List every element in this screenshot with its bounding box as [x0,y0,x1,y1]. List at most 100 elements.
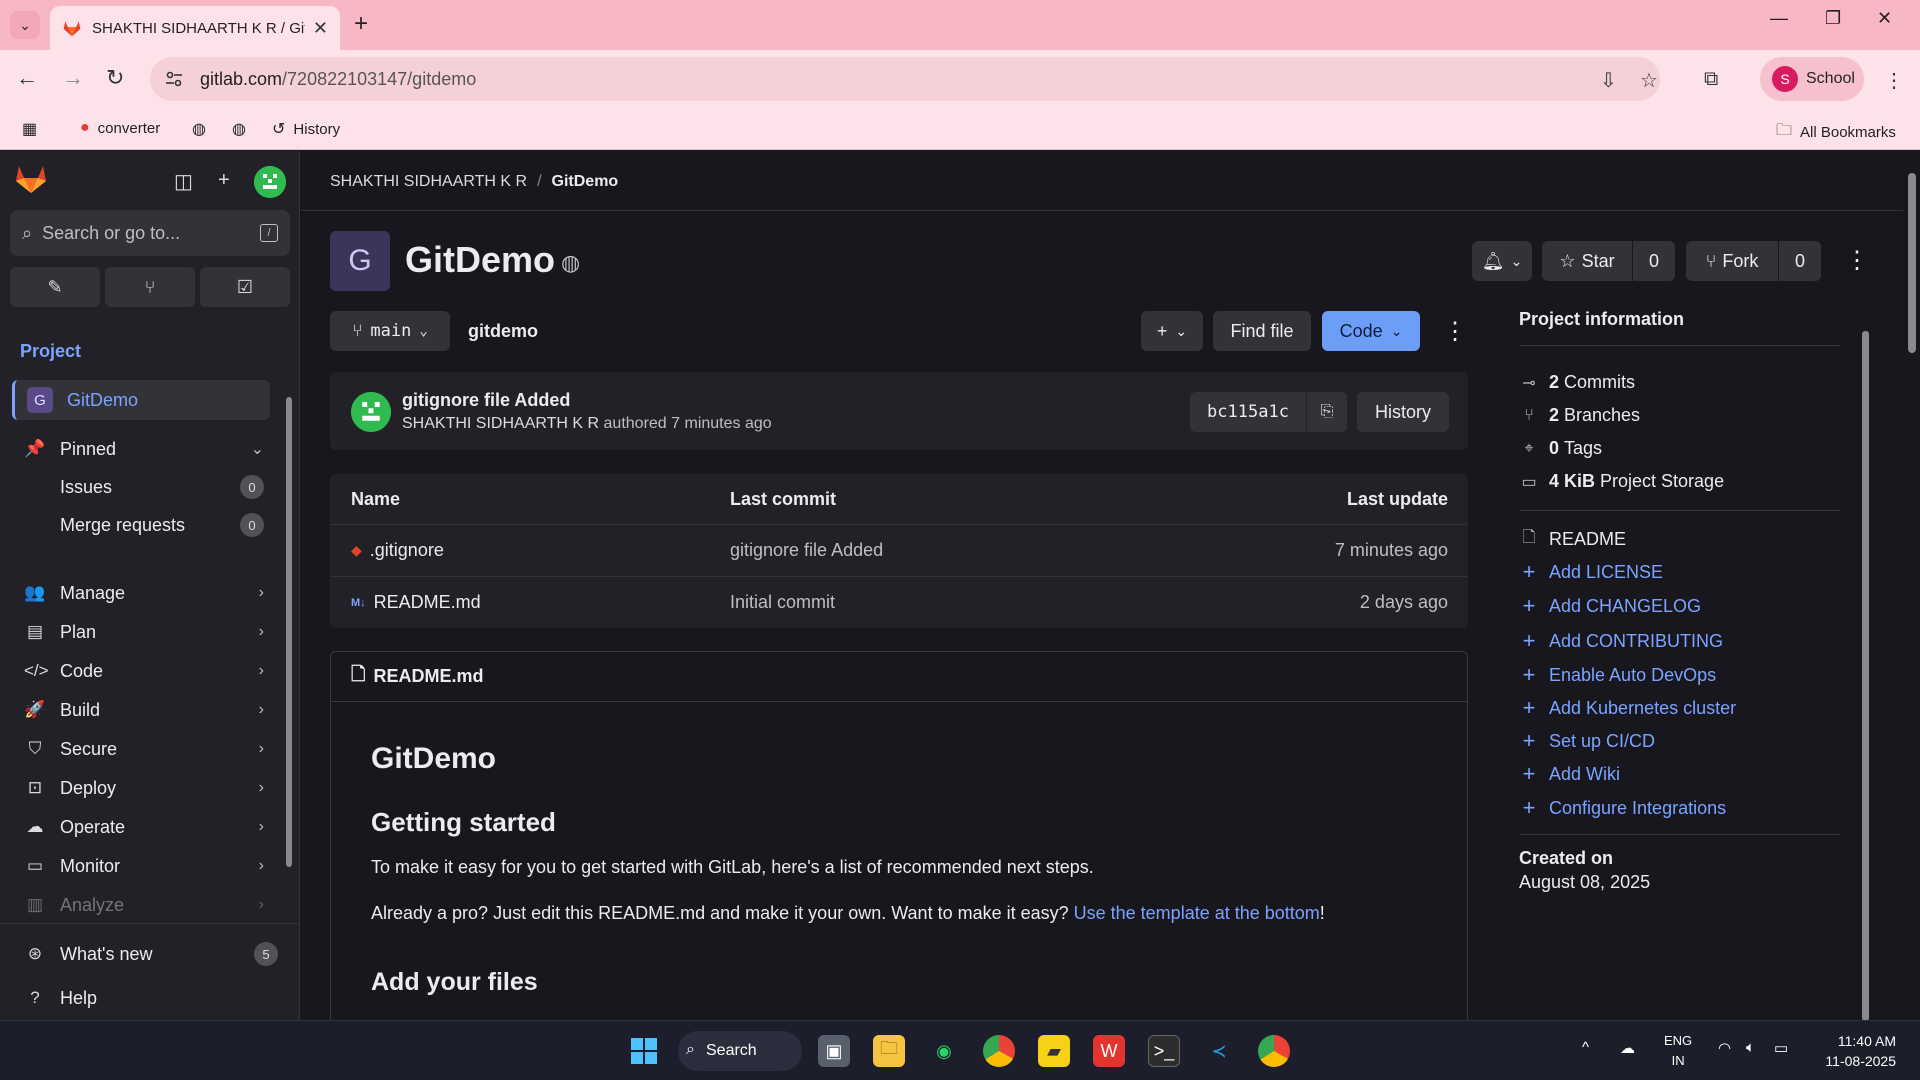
system-clock[interactable]: 11:40 AM 11-08-2025 [1812,1031,1896,1071]
apps-grid-icon[interactable]: ▦ [22,119,45,139]
site-info-icon[interactable] [164,69,184,89]
page-scrollbar[interactable] [1903,151,1920,1020]
breadcrumb-owner[interactable]: SHAKTHI SIDHAARTH K R [330,173,527,190]
storage-link[interactable]: ▭ 4 KiB Project Storage [1519,471,1724,492]
tab-close-icon[interactable]: ✕ [313,18,328,39]
sidebar-scrollbar[interactable] [284,383,294,873]
sidebar-item-project[interactable]: G GitDemo [12,380,270,420]
whatsapp-icon[interactable]: ◉ [928,1035,960,1067]
address-bar[interactable]: gitlab.com/720822103147/gitdemo [150,57,1660,101]
minimize-icon[interactable]: — [1770,8,1788,29]
history-button[interactable]: History [1357,392,1449,432]
gitlab-logo-icon[interactable] [14,163,48,195]
add-wiki-link[interactable]: + Add Wiki [1519,761,1620,787]
collapse-sidebar-icon[interactable]: ◫ [174,169,193,194]
star-count[interactable]: 0 [1633,241,1675,281]
user-avatar[interactable] [254,166,286,198]
sidebar-item-merge-requests[interactable]: Merge requests 0 [60,510,264,540]
branch-selector[interactable]: ⑂ main ⌄ [330,311,450,351]
whats-new-button[interactable]: ⊛ What's new 5 [24,938,278,970]
taskbar-search[interactable]: ⌕ Search [678,1031,802,1071]
all-bookmarks[interactable]: 🗀 All Bookmarks [1776,119,1896,146]
tray-chevron-icon[interactable]: ^ [1582,1039,1589,1056]
enable-auto-devops-link[interactable]: + Enable Auto DevOps [1519,662,1717,688]
chrome-active-icon[interactable] [1258,1035,1290,1067]
fork-count[interactable]: 0 [1779,241,1821,281]
todos-shortcut-button[interactable]: ☑ [200,267,290,307]
file-commit[interactable]: gitignore file Added [730,540,883,561]
sidebar-item-issues[interactable]: Issues 0 [60,472,264,502]
tab-search-dropdown[interactable]: ⌄ [10,11,40,39]
sidebar-item-deploy[interactable]: ⊡ Deploy › [24,772,264,804]
add-contributing-link[interactable]: + Add CONTRIBUTING [1519,628,1723,654]
branches-link[interactable]: ⑂ 2 Branches [1519,405,1640,426]
wps-office-icon[interactable]: W [1093,1035,1125,1067]
sidebar-item-code[interactable]: </> Code › [24,655,264,687]
notifications-dropdown[interactable]: 🔔︎ ⌄ [1472,241,1532,281]
commit-sha[interactable]: bc115a1c [1190,392,1306,432]
breadcrumb-project[interactable]: GitDemo [552,173,619,190]
file-explorer-icon[interactable]: 🗀 [873,1035,905,1067]
template-link[interactable]: Use the template at the bottom [1074,903,1320,923]
bookmark-globe-2[interactable]: ◍ [232,119,254,139]
add-to-tree-dropdown[interactable]: + ⌄ [1141,311,1203,351]
browser-tab-active[interactable]: SHAKTHI SIDHAARTH K R / GitL ✕ [50,6,340,50]
readme-filename[interactable]: README.md [373,666,483,687]
sidebar-search[interactable]: ⌕ Search or go to... / [10,210,290,256]
sticky-notes-icon[interactable]: ▰ [1038,1035,1070,1067]
sidebar-item-analyze[interactable]: ▥ Analyze › [24,889,264,921]
commits-link[interactable]: ⊸ 2 Commits [1519,372,1635,393]
file-name[interactable]: README.md [374,592,481,613]
commit-author-avatar[interactable] [351,392,391,432]
bookmark-converter[interactable]: ● converter [80,119,160,137]
create-new-icon[interactable]: + [218,169,230,192]
table-row[interactable]: M↓ README.md Initial commit 2 days ago [330,576,1468,628]
sidebar-pinned-toggle[interactable]: 📌 Pinned ⌄ [24,433,264,465]
setup-cicd-link[interactable]: + Set up CI/CD [1519,728,1655,754]
file-commit[interactable]: Initial commit [730,592,835,613]
star-button[interactable]: ☆ Star [1542,241,1632,281]
battery-icon[interactable]: ▭ [1774,1039,1788,1057]
language-indicator[interactable]: ENG IN [1664,1031,1692,1071]
issues-shortcut-button[interactable]: ✎ [10,267,100,307]
bookmark-globe-1[interactable]: ◍ [192,119,214,139]
add-license-link[interactable]: + Add LICENSE [1519,559,1664,585]
sidebar-item-secure[interactable]: ⛉ Secure › [24,733,264,765]
project-actions-kebab-icon[interactable]: ⋮ [1845,246,1869,275]
profile-button[interactable]: S School [1760,57,1864,101]
wifi-icon[interactable]: ◠ [1718,1039,1731,1057]
tags-link[interactable]: ⌖ 0 Tags [1519,438,1602,459]
fork-button[interactable]: ⑂ Fork [1686,241,1778,281]
repo-actions-kebab-icon[interactable]: ⋮ [1443,317,1467,346]
file-name[interactable]: .gitignore [370,540,444,561]
new-tab-button[interactable]: + [354,10,368,38]
readme-link[interactable]: 🗋 README [1519,526,1626,553]
volume-icon[interactable]: 🔈︎ [1746,1039,1755,1056]
terminal-icon[interactable]: >_ [1148,1035,1180,1067]
help-button[interactable]: ? Help [24,982,264,1014]
sidebar-item-monitor[interactable]: ▭ Monitor › [24,850,264,882]
sidebar-item-build[interactable]: 🚀 Build › [24,694,264,726]
code-dropdown-button[interactable]: Code ⌄ [1322,311,1420,351]
scrollbar-thumb[interactable] [1862,331,1869,1020]
sidebar-item-manage[interactable]: 👥 Manage › [24,577,264,609]
browser-menu-icon[interactable]: ⋮ [1884,68,1904,93]
add-kubernetes-link[interactable]: + Add Kubernetes cluster [1519,695,1737,721]
commit-message[interactable]: gitignore file Added [402,390,570,411]
windows-start-icon[interactable] [628,1035,660,1067]
install-app-icon[interactable]: ⇩ [1600,68,1617,93]
copy-sha-icon[interactable]: ⎘ [1307,392,1347,432]
chrome-profile-icon[interactable] [983,1035,1015,1067]
extensions-icon[interactable]: ⧉ [1704,68,1718,91]
close-window-icon[interactable]: ✕ [1877,8,1892,29]
find-file-button[interactable]: Find file [1213,311,1311,351]
sidebar-item-operate[interactable]: ☁ Operate › [24,811,265,843]
repo-path[interactable]: gitdemo [468,321,538,342]
scrollbar-thumb[interactable] [1908,173,1916,353]
task-view-icon[interactable]: ▣ [818,1035,850,1067]
bookmark-history[interactable]: ↺ History [272,119,340,139]
right-panel-scrollbar[interactable] [1859,313,1871,1020]
forward-icon[interactable]: → [62,65,84,91]
bookmark-star-icon[interactable]: ☆ [1640,68,1658,93]
add-changelog-link[interactable]: + Add CHANGELOG [1519,593,1702,619]
